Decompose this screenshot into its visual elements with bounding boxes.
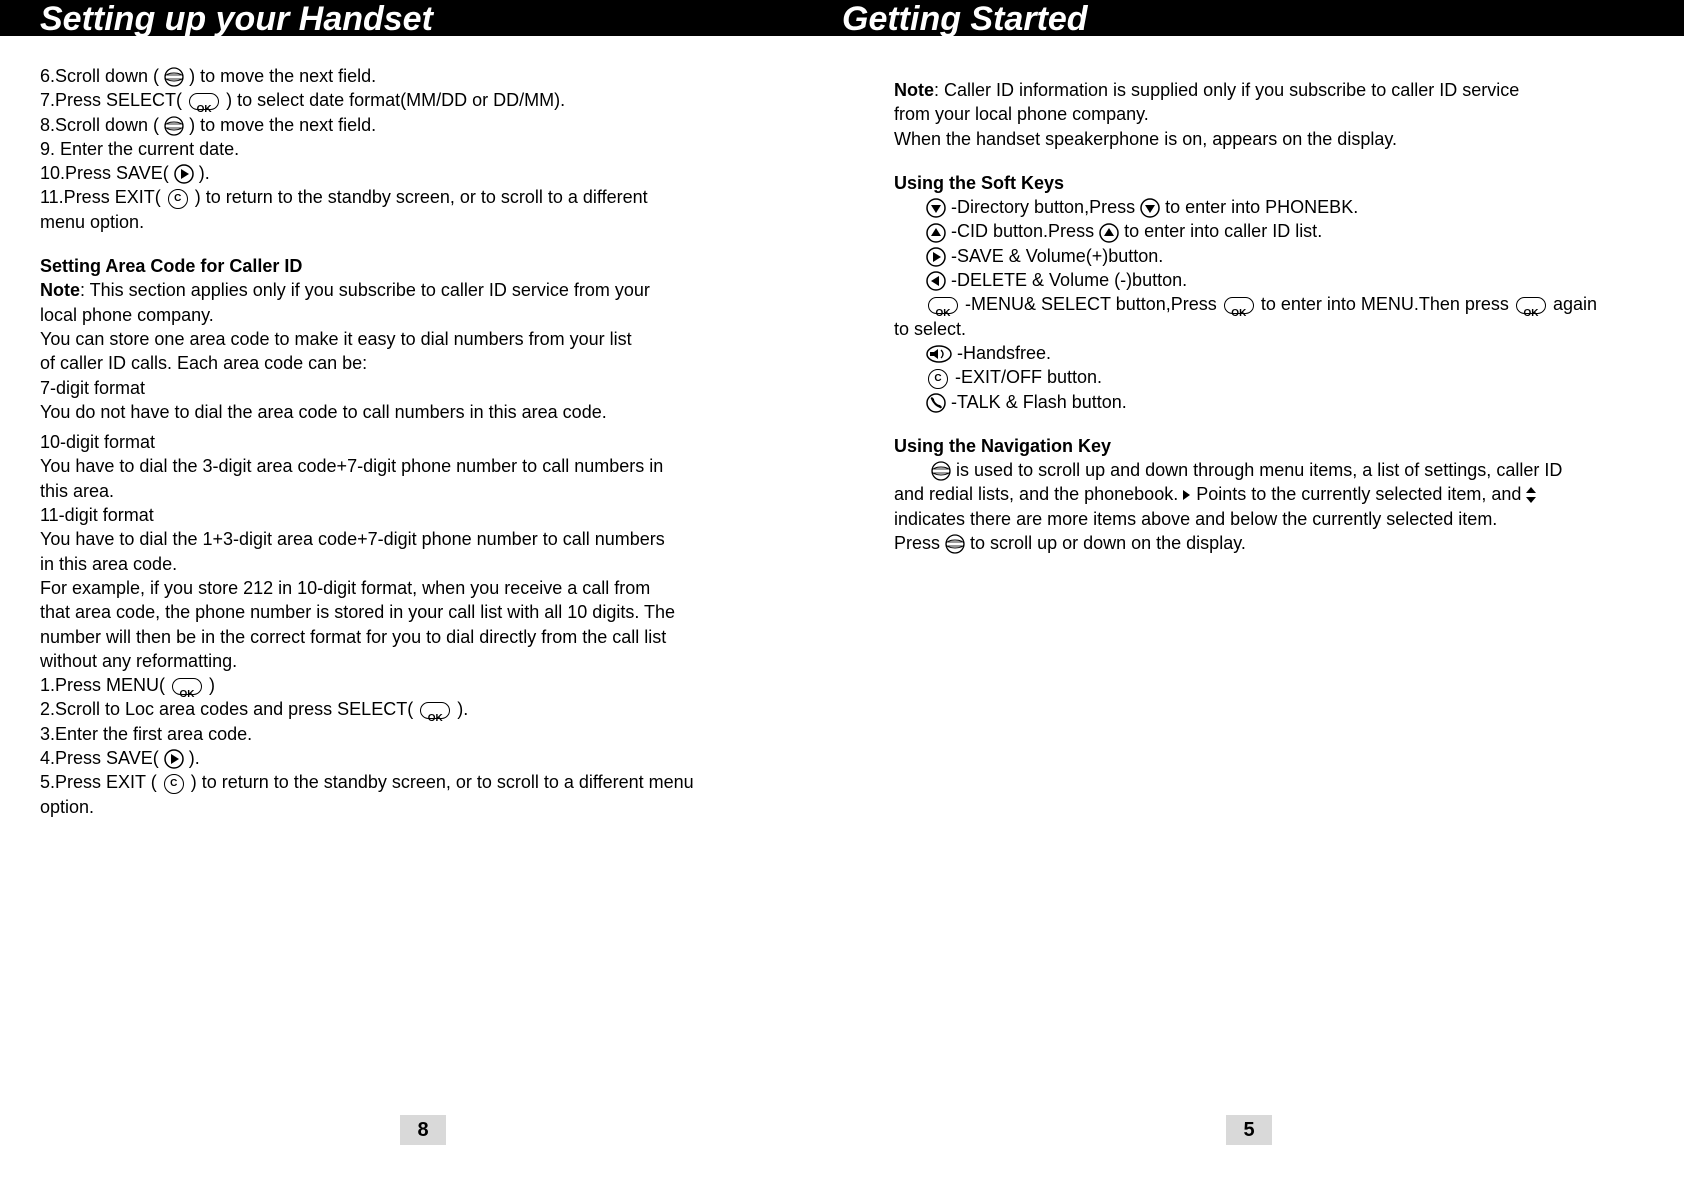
scroll-icon — [945, 534, 965, 554]
step-9: 9. Enter the current date. — [40, 137, 802, 161]
c-icon: C — [164, 774, 184, 794]
c-icon: C — [928, 369, 948, 389]
fmt7-body: You do not have to dial the area code to… — [40, 400, 802, 424]
header-title-right: Getting Started — [842, 0, 1088, 39]
right-arrow-icon — [926, 247, 946, 267]
step-10: 10.Press SAVE( ). — [40, 161, 802, 185]
up-arrow-icon — [1099, 223, 1119, 243]
step-11: 11.Press EXIT( C ) to return to the stan… — [40, 185, 802, 209]
updown-icon — [1526, 487, 1538, 504]
navkey-title: Using the Navigation Key — [894, 434, 1644, 458]
up-arrow-icon — [926, 223, 946, 243]
navkey-4: Press to scroll up or down on the displa… — [894, 531, 1644, 555]
cid-note3: When the handset speakerphone is on, app… — [894, 127, 1644, 151]
down-arrow-icon — [1140, 198, 1160, 218]
softkey-talk: -TALK & Flash button. — [894, 390, 1644, 414]
navkey-1: is used to scroll up and down through me… — [894, 458, 1644, 482]
ok-icon: OK — [1224, 297, 1254, 314]
softkey-menu: OK -MENU& SELECT button,Press OK to ente… — [894, 292, 1644, 316]
softkey-save: -SAVE & Volume(+)button. — [894, 244, 1644, 268]
navkey-2: and redial lists, and the phonebook. Poi… — [894, 482, 1644, 506]
areacode-note2: local phone company. — [40, 303, 802, 327]
cid-note2: from your local phone company. — [894, 102, 1644, 126]
areastep-2: 2.Scroll to Loc area codes and press SEL… — [40, 697, 802, 721]
ok-icon: OK — [189, 93, 219, 110]
areastep-5b: option. — [40, 795, 802, 819]
ok-icon: OK — [420, 702, 450, 719]
areastep-1: 1.Press MENU( OK ) — [40, 673, 802, 697]
example-2: that area code, the phone number is stor… — [40, 600, 802, 624]
step-7: 7.Press SELECT( OK ) to select date form… — [40, 88, 802, 112]
softkey-delete: -DELETE & Volume (-)button. — [894, 268, 1644, 292]
areastep-4: 4.Press SAVE( ). — [40, 746, 802, 770]
softkey-exit: C -EXIT/OFF button. — [894, 365, 1644, 389]
right-arrow-icon — [164, 749, 184, 769]
fmt10-body: You have to dial the 3-digit area code+7… — [40, 454, 802, 478]
fmt11-body: You have to dial the 1+3-digit area code… — [40, 527, 802, 551]
left-arrow-icon — [926, 271, 946, 291]
step-6: 6.Scroll down ( ) to move the next field… — [40, 64, 802, 88]
areacode-b: of caller ID calls. Each area code can b… — [40, 351, 802, 375]
softkeys-title: Using the Soft Keys — [894, 171, 1644, 195]
navkey-3: indicates there are more items above and… — [894, 507, 1644, 531]
page-number-right: 5 — [1226, 1115, 1272, 1145]
page-left: 6.Scroll down ( ) to move the next field… — [0, 36, 842, 819]
down-arrow-icon — [926, 198, 946, 218]
areacode-note: Note: This section applies only if you s… — [40, 278, 802, 302]
header-bar: Setting up your Handset Getting Started — [0, 0, 1684, 36]
fmt10-body2: this area. — [40, 479, 802, 503]
step-11-cont: menu option. — [40, 210, 802, 234]
ok-icon: OK — [1516, 297, 1546, 314]
softkey-directory: -Directory button,Press to enter into PH… — [894, 195, 1644, 219]
talk-icon — [926, 393, 946, 413]
step-8: 8.Scroll down ( ) to move the next field… — [40, 113, 802, 137]
fmt11-body2: in this area code. — [40, 552, 802, 576]
page-right: Note: Caller ID information is supplied … — [842, 36, 1684, 819]
fmt7-title: 7-digit format — [40, 376, 802, 400]
fmt10-title: 10-digit format — [40, 430, 802, 454]
speaker-icon — [926, 344, 952, 364]
header-title-left: Setting up your Handset — [40, 0, 433, 39]
example-4: without any reformatting. — [40, 649, 802, 673]
softkey-cid: -CID button.Press to enter into caller I… — [894, 219, 1644, 243]
scroll-icon — [164, 67, 184, 87]
areacode-a: You can store one area code to make it e… — [40, 327, 802, 351]
fmt11-title: 11-digit format — [40, 503, 802, 527]
right-arrow-icon — [174, 164, 194, 184]
c-icon: C — [168, 189, 188, 209]
cid-note: Note: Caller ID information is supplied … — [894, 78, 1644, 102]
areastep-5: 5.Press EXIT ( C ) to return to the stan… — [40, 770, 802, 794]
example-1: For example, if you store 212 in 10-digi… — [40, 576, 802, 600]
ok-icon: OK — [172, 678, 202, 695]
ok-icon: OK — [928, 297, 958, 314]
pointer-icon — [1183, 490, 1191, 501]
section-title-areacode: Setting Area Code for Caller ID — [40, 254, 802, 278]
example-3: number will then be in the correct forma… — [40, 625, 802, 649]
areastep-3: 3.Enter the first area code. — [40, 722, 802, 746]
scroll-icon — [164, 116, 184, 136]
scroll-icon — [931, 461, 951, 481]
page-number-left: 8 — [400, 1115, 446, 1145]
softkey-handsfree: -Handsfree. — [894, 341, 1644, 365]
